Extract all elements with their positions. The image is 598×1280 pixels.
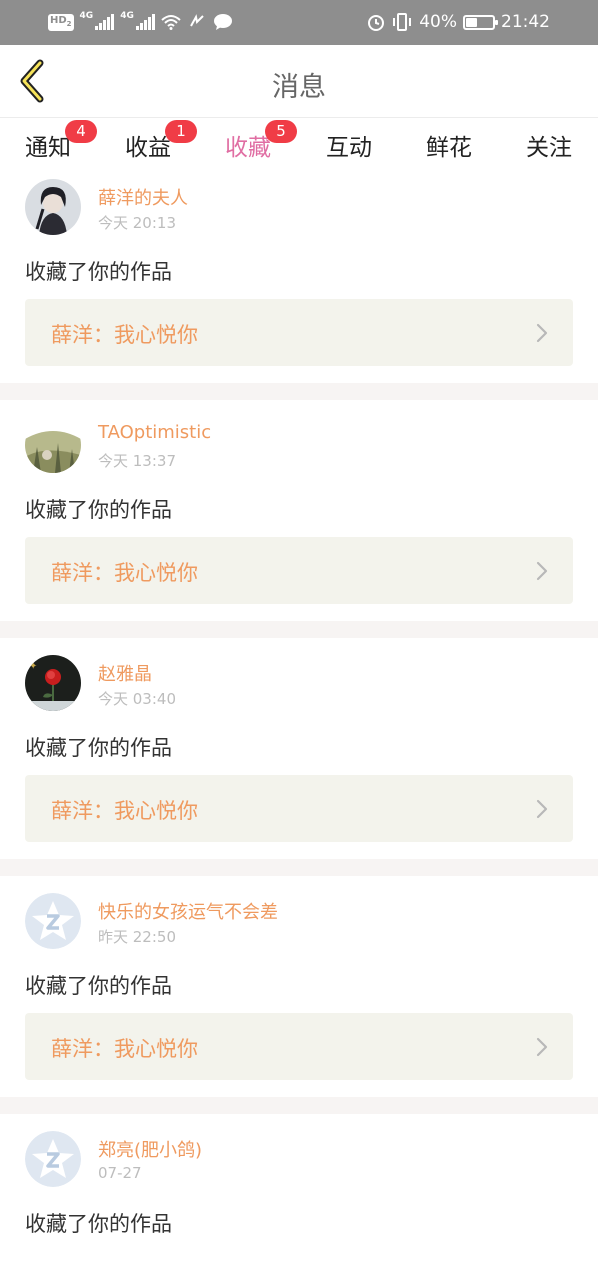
status-left: HD2 4G 4G: [48, 11, 233, 33]
chevron-right-icon: [536, 799, 548, 819]
avatar[interactable]: [25, 893, 81, 949]
unread-badge: 5: [265, 120, 297, 143]
chevron-right-icon: [536, 1037, 548, 1057]
app-notification-icon: [189, 14, 204, 27]
work-title: 薛洋：我心悦你: [51, 799, 198, 823]
username[interactable]: 快乐的女孩运气不会差: [98, 898, 278, 924]
signal-icon: [95, 14, 115, 30]
rose-avatar-icon: ✦: [25, 655, 81, 711]
tab-label: 互动: [326, 135, 372, 161]
status-time: 21:42: [501, 12, 550, 32]
tab-earnings[interactable]: 收益 1: [125, 120, 197, 172]
alarm-icon: [368, 15, 385, 31]
tab-favorites[interactable]: 收藏 5: [225, 120, 297, 178]
divider: [0, 621, 598, 638]
timestamp: 今天 03:40: [98, 690, 176, 708]
action-text: 收藏了你的作品: [25, 498, 172, 522]
tab-label: 关注: [526, 135, 572, 161]
username[interactable]: 郑亮(肥小鸽): [98, 1136, 202, 1162]
battery-icon: [463, 14, 498, 30]
action-text: 收藏了你的作品: [25, 260, 172, 284]
chevron-right-icon: [536, 561, 548, 581]
tab-interactions[interactable]: 互动: [326, 128, 372, 172]
list-item: ✦ 赵雅晶 今天 03:40 收藏了你的作品 薛洋：我心悦你: [0, 650, 598, 859]
signal-icon-2: [135, 14, 155, 30]
vibrate-icon: [393, 13, 412, 31]
hd-sub: 2: [66, 19, 72, 28]
tab-bar: 通知 4 收益 1 收藏 5 互动 鲜花 关注: [0, 118, 598, 178]
work-link[interactable]: 薛洋：我心悦你: [25, 1013, 573, 1080]
status-right: 40% 21:42: [367, 10, 550, 34]
svg-text:✦: ✦: [29, 661, 37, 672]
username[interactable]: 薛洋的夫人: [98, 184, 188, 210]
work-title: 薛洋：我心悦你: [51, 561, 198, 585]
title-bar: 消息: [0, 45, 598, 118]
avatar[interactable]: ✦: [25, 655, 81, 711]
avatar[interactable]: [25, 417, 81, 473]
tab-label: 通知: [25, 135, 71, 161]
chevron-right-icon: [536, 323, 548, 343]
divider: [0, 859, 598, 876]
work-link[interactable]: 薛洋：我心悦你: [25, 299, 573, 366]
hd-label: HD: [50, 14, 67, 26]
timestamp: 今天 20:13: [98, 214, 176, 232]
username[interactable]: TAOptimistic: [98, 422, 211, 443]
work-title: 薛洋：我心悦你: [51, 323, 198, 347]
list-item: 薛洋的夫人 今天 20:13 收藏了你的作品 薛洋：我心悦你: [0, 174, 598, 383]
username[interactable]: 赵雅晶: [98, 660, 152, 686]
network-type-2: 4G: [120, 11, 134, 21]
page-title: 消息: [272, 72, 326, 103]
timestamp: 今天 13:37: [98, 452, 176, 470]
default-avatar-icon: [25, 893, 81, 949]
list-item: 快乐的女孩运气不会差 昨天 22:50 收藏了你的作品 薛洋：我心悦你: [0, 888, 598, 1097]
avatar[interactable]: [25, 179, 81, 235]
list-item: TAOptimistic 今天 13:37 收藏了你的作品 薛洋：我心悦你: [0, 412, 598, 621]
action-text: 收藏了你的作品: [25, 736, 172, 760]
work-title: 薛洋：我心悦你: [51, 1037, 198, 1061]
hd-icon: HD2: [48, 13, 74, 31]
battery-fill: [466, 17, 478, 27]
tab-label: 鲜花: [426, 135, 472, 161]
action-text: 收藏了你的作品: [25, 974, 172, 998]
list-item: 郑亮(肥小鸽) 07-27 收藏了你的作品: [0, 1126, 598, 1280]
default-avatar-icon: [25, 1131, 81, 1187]
work-link[interactable]: 薛洋：我心悦你: [25, 775, 573, 842]
work-link[interactable]: 薛洋：我心悦你: [25, 537, 573, 604]
tab-notifications[interactable]: 通知 4: [25, 120, 97, 172]
timestamp: 昨天 22:50: [98, 928, 176, 946]
tab-label: 收益: [125, 135, 171, 161]
avatar[interactable]: [25, 1131, 81, 1187]
tab-flowers[interactable]: 鲜花: [426, 128, 472, 172]
timestamp: 07-27: [98, 1164, 142, 1182]
portrait-avatar-icon: [25, 179, 81, 235]
action-text: 收藏了你的作品: [25, 1212, 172, 1236]
unread-badge: 4: [65, 120, 97, 143]
divider: [0, 1097, 598, 1114]
chat-icon: [213, 14, 232, 30]
scenery-avatar-icon: [25, 417, 81, 473]
status-bar: HD2 4G 4G 40% 21:42: [0, 0, 598, 45]
unread-badge: 1: [165, 120, 197, 143]
message-list: 薛洋的夫人 今天 20:13 收藏了你的作品 薛洋：我心悦你 TAOptimis…: [0, 174, 598, 1280]
tab-label: 收藏: [225, 135, 271, 161]
divider: [0, 383, 598, 400]
tab-follows[interactable]: 关注: [526, 128, 572, 172]
network-type-1: 4G: [79, 11, 94, 21]
wifi-icon: [161, 15, 181, 30]
battery-percent: 40%: [419, 12, 457, 32]
